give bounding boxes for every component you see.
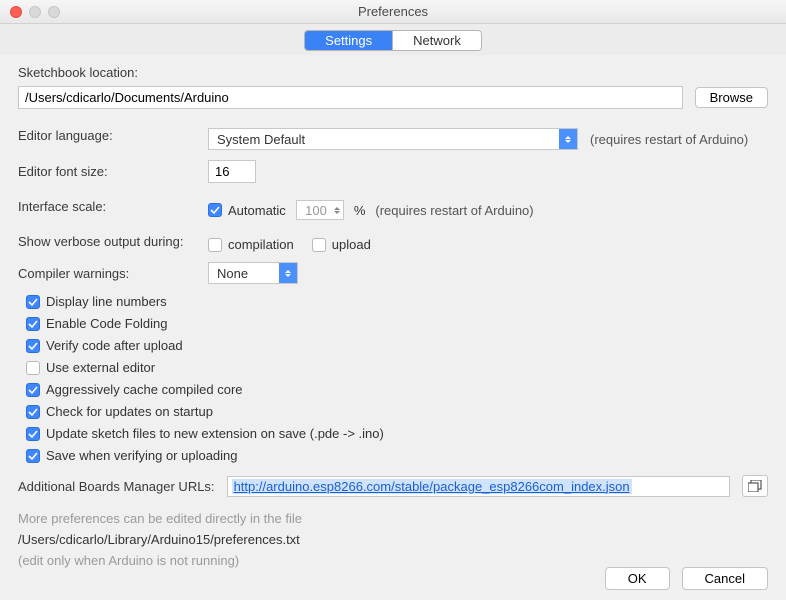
editor-language-hint: (requires restart of Arduino) [590, 132, 748, 147]
stepper-icon [331, 201, 343, 219]
save-verify-checkbox[interactable]: Save when verifying or uploading [26, 448, 768, 463]
titlebar: Preferences [0, 0, 786, 24]
more-prefs-line1: More preferences can be edited directly … [18, 509, 768, 530]
window-icon [748, 480, 762, 492]
percent-label: % [354, 203, 366, 218]
prefs-file-path[interactable]: /Users/cdicarlo/Library/Arduino15/prefer… [18, 530, 768, 551]
sketchbook-label: Sketchbook location: [18, 65, 768, 80]
cache-core-label: Aggressively cache compiled core [46, 382, 243, 397]
checkbox-icon [208, 203, 222, 217]
line-numbers-checkbox[interactable]: Display line numbers [26, 294, 768, 309]
editor-language-label: Editor language: [18, 128, 208, 143]
font-size-input[interactable] [208, 160, 256, 183]
external-editor-checkbox[interactable]: Use external editor [26, 360, 768, 375]
compilation-label: compilation [228, 237, 294, 252]
checkbox-icon [26, 295, 40, 309]
compilation-checkbox[interactable]: compilation [208, 237, 294, 252]
cancel-button[interactable]: Cancel [682, 567, 768, 590]
chevron-updown-icon [279, 263, 297, 283]
scale-stepper[interactable] [296, 200, 344, 220]
compiler-warnings-select[interactable]: None [208, 262, 298, 284]
font-size-label: Editor font size: [18, 164, 208, 179]
checkbox-icon [208, 238, 222, 252]
scale-value[interactable] [297, 203, 331, 218]
verify-upload-label: Verify code after upload [46, 338, 183, 353]
tab-bar: Settings Network [0, 24, 786, 55]
verify-upload-checkbox[interactable]: Verify code after upload [26, 338, 768, 353]
boards-url-value: http://arduino.esp8266.com/stable/packag… [232, 479, 632, 494]
check-updates-checkbox[interactable]: Check for updates on startup [26, 404, 768, 419]
boards-url-input[interactable]: http://arduino.esp8266.com/stable/packag… [227, 476, 730, 497]
checkbox-icon [26, 427, 40, 441]
automatic-checkbox[interactable]: Automatic [208, 203, 286, 218]
boards-url-label: Additional Boards Manager URLs: [18, 479, 215, 494]
upload-label: upload [332, 237, 371, 252]
tab-network[interactable]: Network [392, 31, 481, 50]
code-folding-checkbox[interactable]: Enable Code Folding [26, 316, 768, 331]
checkbox-icon [26, 361, 40, 375]
editor-language-select[interactable]: System Default [208, 128, 578, 150]
ok-button[interactable]: OK [605, 567, 670, 590]
checkbox-icon [26, 383, 40, 397]
check-updates-label: Check for updates on startup [46, 404, 213, 419]
compiler-warnings-value: None [209, 266, 279, 281]
checkbox-icon [26, 449, 40, 463]
checkbox-icon [26, 339, 40, 353]
compiler-warnings-label: Compiler warnings: [18, 266, 208, 281]
external-editor-label: Use external editor [46, 360, 155, 375]
browse-button[interactable]: Browse [695, 87, 768, 108]
checkbox-icon [312, 238, 326, 252]
checkbox-icon [26, 317, 40, 331]
line-numbers-label: Display line numbers [46, 294, 167, 309]
code-folding-label: Enable Code Folding [46, 316, 167, 331]
upload-checkbox[interactable]: upload [312, 237, 371, 252]
expand-urls-button[interactable] [742, 475, 768, 497]
automatic-label: Automatic [228, 203, 286, 218]
save-verify-label: Save when verifying or uploading [46, 448, 238, 463]
sketchbook-path-input[interactable] [18, 86, 683, 109]
cache-core-checkbox[interactable]: Aggressively cache compiled core [26, 382, 768, 397]
chevron-updown-icon [559, 129, 577, 149]
scale-hint: (requires restart of Arduino) [375, 203, 533, 218]
tab-settings[interactable]: Settings [305, 31, 392, 50]
editor-language-value: System Default [209, 132, 559, 147]
update-ext-label: Update sketch files to new extension on … [46, 426, 384, 441]
verbose-label: Show verbose output during: [18, 234, 208, 249]
interface-scale-label: Interface scale: [18, 199, 208, 214]
checkbox-icon [26, 405, 40, 419]
update-ext-checkbox[interactable]: Update sketch files to new extension on … [26, 426, 768, 441]
window-title: Preferences [0, 4, 786, 19]
